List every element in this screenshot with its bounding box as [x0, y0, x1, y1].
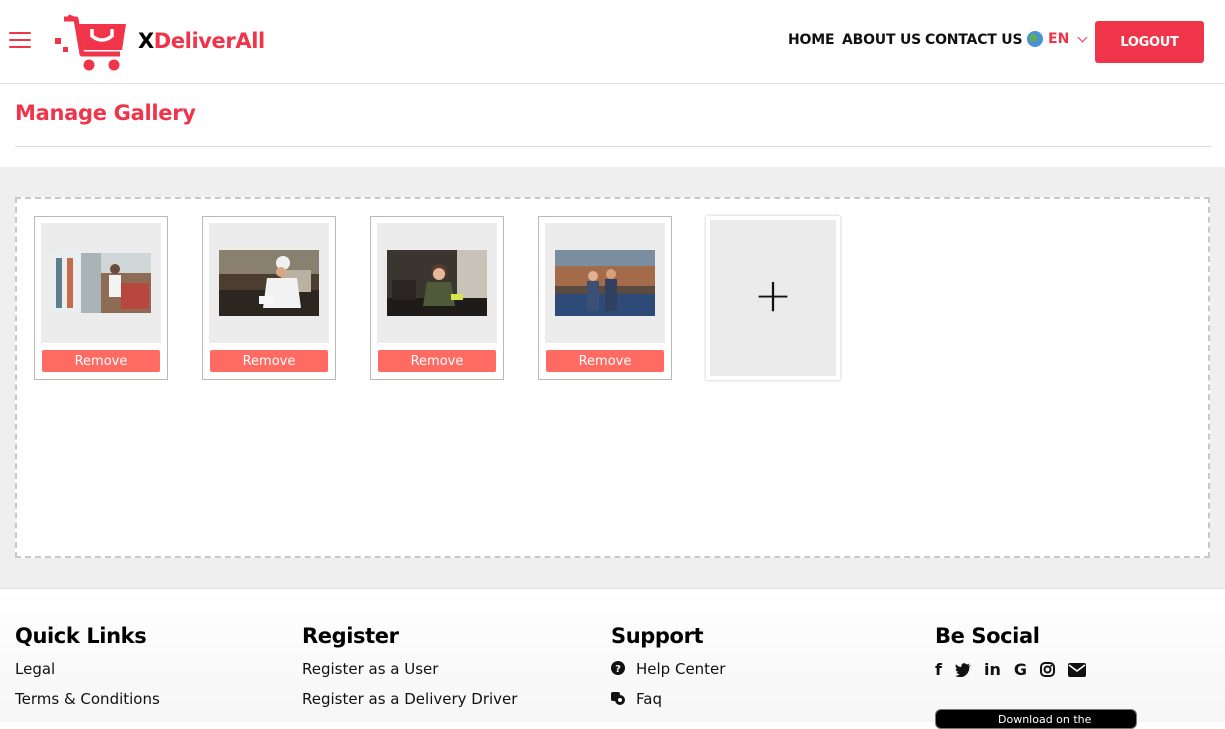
footer-quick-links: Quick Links Legal Terms & Conditions: [15, 624, 160, 720]
footer-link-legal[interactable]: Legal: [15, 660, 160, 678]
chevron-down-icon: [1077, 32, 1088, 42]
footer-link-terms[interactable]: Terms & Conditions: [15, 690, 160, 708]
language-selector[interactable]: EN: [1027, 31, 1088, 47]
twitter-icon[interactable]: [954, 662, 971, 677]
gallery-item: Remove: [202, 216, 336, 380]
social-links: f in G: [935, 660, 1086, 679]
google-icon[interactable]: G: [1014, 660, 1027, 679]
footer-link-register-driver[interactable]: Register as a Delivery Driver: [302, 690, 517, 708]
instagram-icon[interactable]: [1039, 662, 1055, 677]
title-divider: [15, 146, 1211, 147]
language-label: EN: [1048, 31, 1070, 47]
gallery-image-chef-kitchen: [219, 250, 319, 316]
gallery-item: Remove: [34, 216, 168, 380]
footer-link-faq[interactable]: Faq: [611, 690, 725, 708]
footer-support: Support ? Help Center Faq: [611, 624, 725, 720]
gallery-item: Remove: [370, 216, 504, 380]
footer-register: Register Register as a User Register as …: [302, 624, 517, 720]
gallery-image-restaurant-staff: [555, 250, 655, 316]
question-circle-icon: ?: [611, 661, 625, 675]
add-image-button[interactable]: +: [706, 216, 840, 380]
remove-button[interactable]: Remove: [42, 350, 160, 372]
remove-button[interactable]: Remove: [210, 350, 328, 372]
globe-icon: [1027, 31, 1043, 47]
app-store-badge[interactable]: Download on the: [935, 709, 1137, 729]
footer-link-register-user[interactable]: Register as a User: [302, 660, 517, 678]
plus-icon: +: [753, 268, 793, 322]
nav-home-link[interactable]: HOME: [788, 32, 835, 48]
linkedin-icon[interactable]: in: [984, 660, 1001, 679]
footer-heading: Register: [302, 624, 399, 648]
hamburger-menu-icon[interactable]: [9, 32, 31, 50]
svg-text:?: ?: [615, 664, 621, 675]
logout-button[interactable]: LOGOUT: [1095, 21, 1204, 63]
footer-heading: Support: [611, 624, 704, 648]
mail-icon[interactable]: [1067, 662, 1086, 677]
nav-contact-link[interactable]: CONTACT US: [925, 32, 1023, 48]
page-title: Manage Gallery: [15, 101, 196, 125]
remove-button[interactable]: Remove: [546, 350, 664, 372]
gallery-item: Remove: [538, 216, 672, 380]
brand-name[interactable]: XDeliverAll: [138, 29, 265, 53]
nav-about-link[interactable]: ABOUT US: [842, 32, 921, 48]
top-header: XDeliverAll HOME ABOUT US CONTACT US EN …: [0, 0, 1225, 84]
faq-icon: [611, 692, 625, 705]
gallery-image-waitress-cafe: [387, 250, 487, 316]
footer-social: Be Social f in G: [935, 624, 1086, 679]
gallery-image-cleaning-office: [51, 253, 151, 313]
brand-logo-icon[interactable]: [54, 14, 128, 72]
facebook-icon[interactable]: f: [935, 660, 942, 679]
footer-link-help-center[interactable]: ? Help Center: [611, 660, 725, 678]
remove-button[interactable]: Remove: [378, 350, 496, 372]
footer-heading: Be Social: [935, 624, 1040, 648]
footer-heading: Quick Links: [15, 624, 147, 648]
